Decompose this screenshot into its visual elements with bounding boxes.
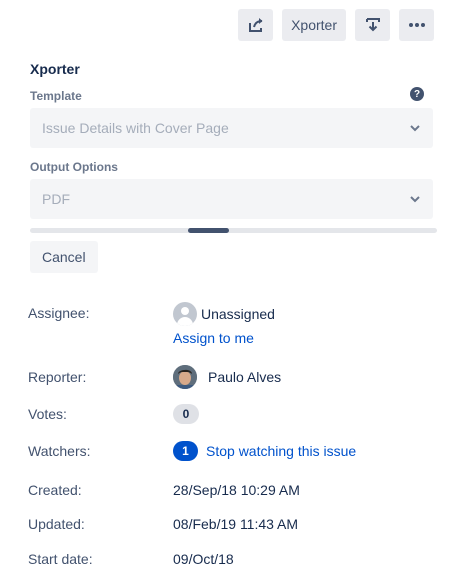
cancel-button[interactable]: Cancel <box>30 241 98 273</box>
reporter-name: Paulo Alves <box>208 369 282 385</box>
template-select-value: Issue Details with Cover Page <box>42 120 229 136</box>
scrollbar-thumb[interactable] <box>188 228 229 233</box>
output-options-select[interactable]: PDF <box>30 179 433 219</box>
cancel-button-label: Cancel <box>42 249 86 265</box>
more-actions-button[interactable] <box>399 9 434 41</box>
avatar <box>173 302 197 326</box>
reporter-label: Reporter: <box>28 369 87 385</box>
created-label: Created: <box>28 482 82 498</box>
created-value: 28/Sep/18 10:29 AM <box>173 482 300 498</box>
xporter-button-label: Xporter <box>291 17 337 33</box>
chevron-down-icon <box>410 196 420 203</box>
assign-to-me-row: Assign to me <box>173 330 254 346</box>
watchers-count-badge[interactable]: 1 <box>173 441 198 461</box>
votes-count-badge[interactable]: 0 <box>173 404 199 424</box>
watchers-value: 1 Stop watching this issue <box>173 441 356 461</box>
updated-label: Updated: <box>28 516 85 532</box>
download-icon <box>365 18 380 32</box>
xporter-panel-title: Xporter <box>30 61 80 77</box>
votes-label: Votes: <box>28 406 67 422</box>
assign-to-me-link[interactable]: Assign to me <box>173 330 254 346</box>
updated-value: 08/Feb/19 11:43 AM <box>173 516 299 532</box>
start-date-label: Start date: <box>28 551 93 567</box>
template-label: Template <box>30 89 82 103</box>
start-date-value: 09/Oct/18 <box>173 551 234 567</box>
share-icon <box>248 18 263 32</box>
assignee-label: Assignee: <box>28 305 90 321</box>
more-icon <box>408 23 425 27</box>
assignee-value[interactable]: Unassigned <box>173 302 275 326</box>
horizontal-scrollbar[interactable] <box>30 228 437 233</box>
help-icon[interactable]: ? <box>410 87 424 101</box>
assignee-name: Unassigned <box>201 306 275 322</box>
avatar <box>173 365 197 389</box>
watchers-label: Watchers: <box>28 443 91 459</box>
reporter-value[interactable]: Paulo Alves <box>173 365 281 389</box>
output-options-select-value: PDF <box>42 191 70 207</box>
output-options-label: Output Options <box>30 160 118 174</box>
chevron-down-icon <box>410 125 420 132</box>
issue-toolbar: Xporter <box>238 9 434 41</box>
share-button[interactable] <box>238 9 274 41</box>
stop-watching-link[interactable]: Stop watching this issue <box>206 443 356 459</box>
template-select[interactable]: Issue Details with Cover Page <box>30 108 433 148</box>
xporter-button[interactable]: Xporter <box>282 9 346 41</box>
export-button[interactable] <box>355 9 390 41</box>
votes-value: 0 <box>173 404 199 424</box>
